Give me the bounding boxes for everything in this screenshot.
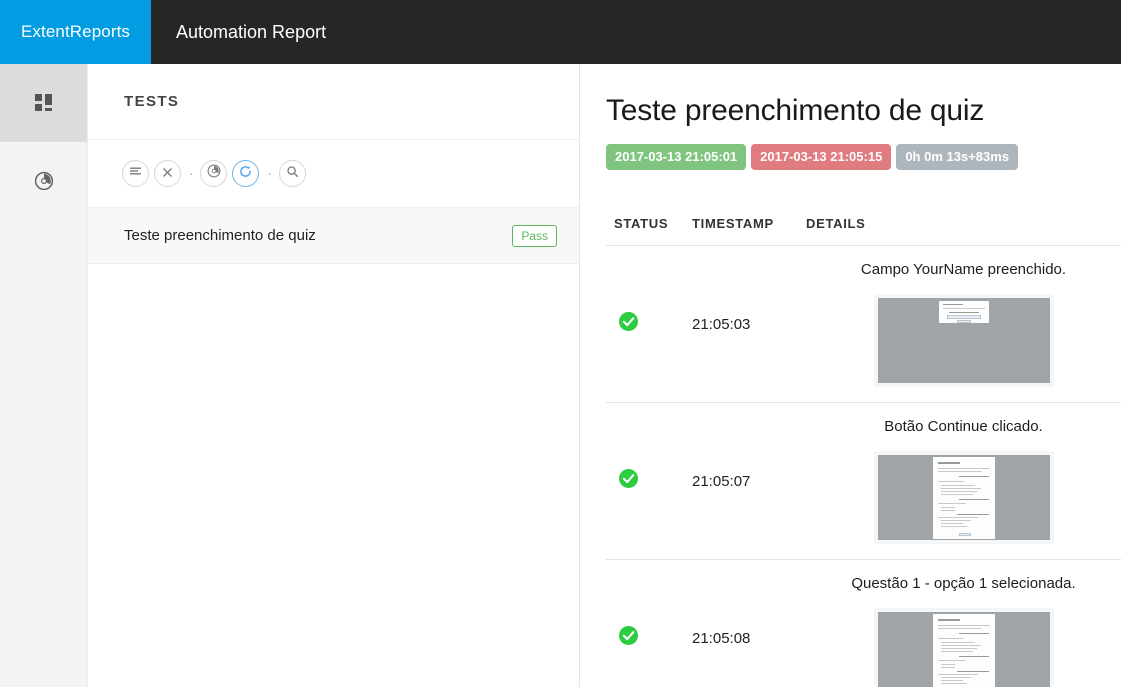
list-icon [129,165,142,183]
top-navbar: ExtentReports Automation Report [0,0,1121,64]
table-row: 21:05:03 Campo YourName preenchido. [606,245,1121,404]
clear-filter-button[interactable] [154,160,181,187]
duration-badge: 0h 0m 13s+83ms [896,144,1019,171]
sidebar-item-categories[interactable] [0,142,87,220]
left-nav-rail [0,64,88,687]
screenshot-image [877,612,1050,687]
status-chart-button[interactable] [200,160,228,187]
search-button[interactable] [278,160,306,187]
log-table-header-row: STATUS TIMESTAMP DETAILS [606,216,1121,247]
tests-panel-header: TESTS [88,64,579,140]
log-timestamp-cell: 21:05:07 [692,402,804,561]
dashboard-icon [34,94,53,112]
pass-check-icon [619,626,692,650]
screenshot-thumbnail-wrap[interactable] [806,451,1121,545]
test-list-item-name: Teste preenchimento de quiz [124,227,316,244]
status-badge: Pass [512,224,557,247]
start-time-badge: 2017-03-13 21:05:01 [606,144,747,171]
sidebar-item-dashboard[interactable] [0,64,87,142]
screenshot-thumbnail-wrap[interactable] [806,294,1121,388]
pass-check-icon [619,469,692,493]
list-view-button[interactable] [122,160,149,187]
column-header-details: DETAILS [804,216,1121,247]
pie-chart-icon [34,171,54,191]
log-details-text: Questão 1 - opção 1 selecionada. [851,575,1076,593]
log-timestamp-cell: 21:05:03 [692,245,804,404]
screenshot-thumbnail[interactable] [873,451,1054,545]
close-icon [162,165,173,183]
report-title: Automation Report [176,21,327,42]
log-details-text: Campo YourName preenchido. [860,261,1067,279]
screenshot-thumbnail[interactable] [873,608,1054,687]
column-header-timestamp: TIMESTAMP [692,216,804,247]
column-header-status: STATUS [606,216,692,247]
tests-heading: TESTS [124,93,180,110]
tests-toolbar: · · [88,140,579,208]
app-body: TESTS · · Teste preenchimento de quiz Pa… [0,64,1121,687]
log-details-text: Botão Continue clicado. [884,418,1043,436]
toolbar-separator: · [189,166,194,181]
screenshot-image [877,455,1050,541]
log-status-cell [606,402,692,561]
search-icon [286,165,299,183]
test-detail-panel: Teste preenchimento de quiz 2017-03-13 2… [580,64,1121,687]
screenshot-thumbnail-wrap[interactable] [806,608,1121,687]
log-details-cell: Questão 1 - opção 1 selecionada. [804,559,1121,687]
pass-check-icon [619,312,692,336]
brand-logo[interactable]: ExtentReports [0,0,151,64]
log-timestamp-cell: 21:05:08 [692,559,804,687]
toolbar-separator: · [267,166,272,181]
log-status-cell [606,245,692,404]
log-table: STATUS TIMESTAMP DETAILS 21:05:03 Campo … [606,216,1121,687]
page-title: Teste preenchimento de quiz [606,94,985,127]
test-list-item[interactable]: Teste preenchimento de quiz Pass [88,208,579,264]
screenshot-image [877,298,1050,384]
log-details-cell: Campo YourName preenchido. [804,245,1121,404]
log-status-cell [606,559,692,687]
table-row: 21:05:07 Botão Continue clicado. [606,402,1121,561]
pie-chart-icon [207,164,221,183]
refresh-icon [239,165,252,183]
log-details-cell: Botão Continue clicado. [804,402,1121,561]
refresh-button[interactable] [232,160,260,187]
screenshot-thumbnail[interactable] [873,294,1054,388]
tests-list-empty-area [88,264,579,687]
detail-badges: 2017-03-13 21:05:01 2017-03-13 21:05:15 … [606,144,1121,171]
table-row: 21:05:08 Questão 1 - opção 1 selecionada… [606,559,1121,687]
tests-panel: TESTS · · Teste preenchimento de quiz Pa… [88,64,580,687]
end-time-badge: 2017-03-13 21:05:15 [751,144,892,171]
